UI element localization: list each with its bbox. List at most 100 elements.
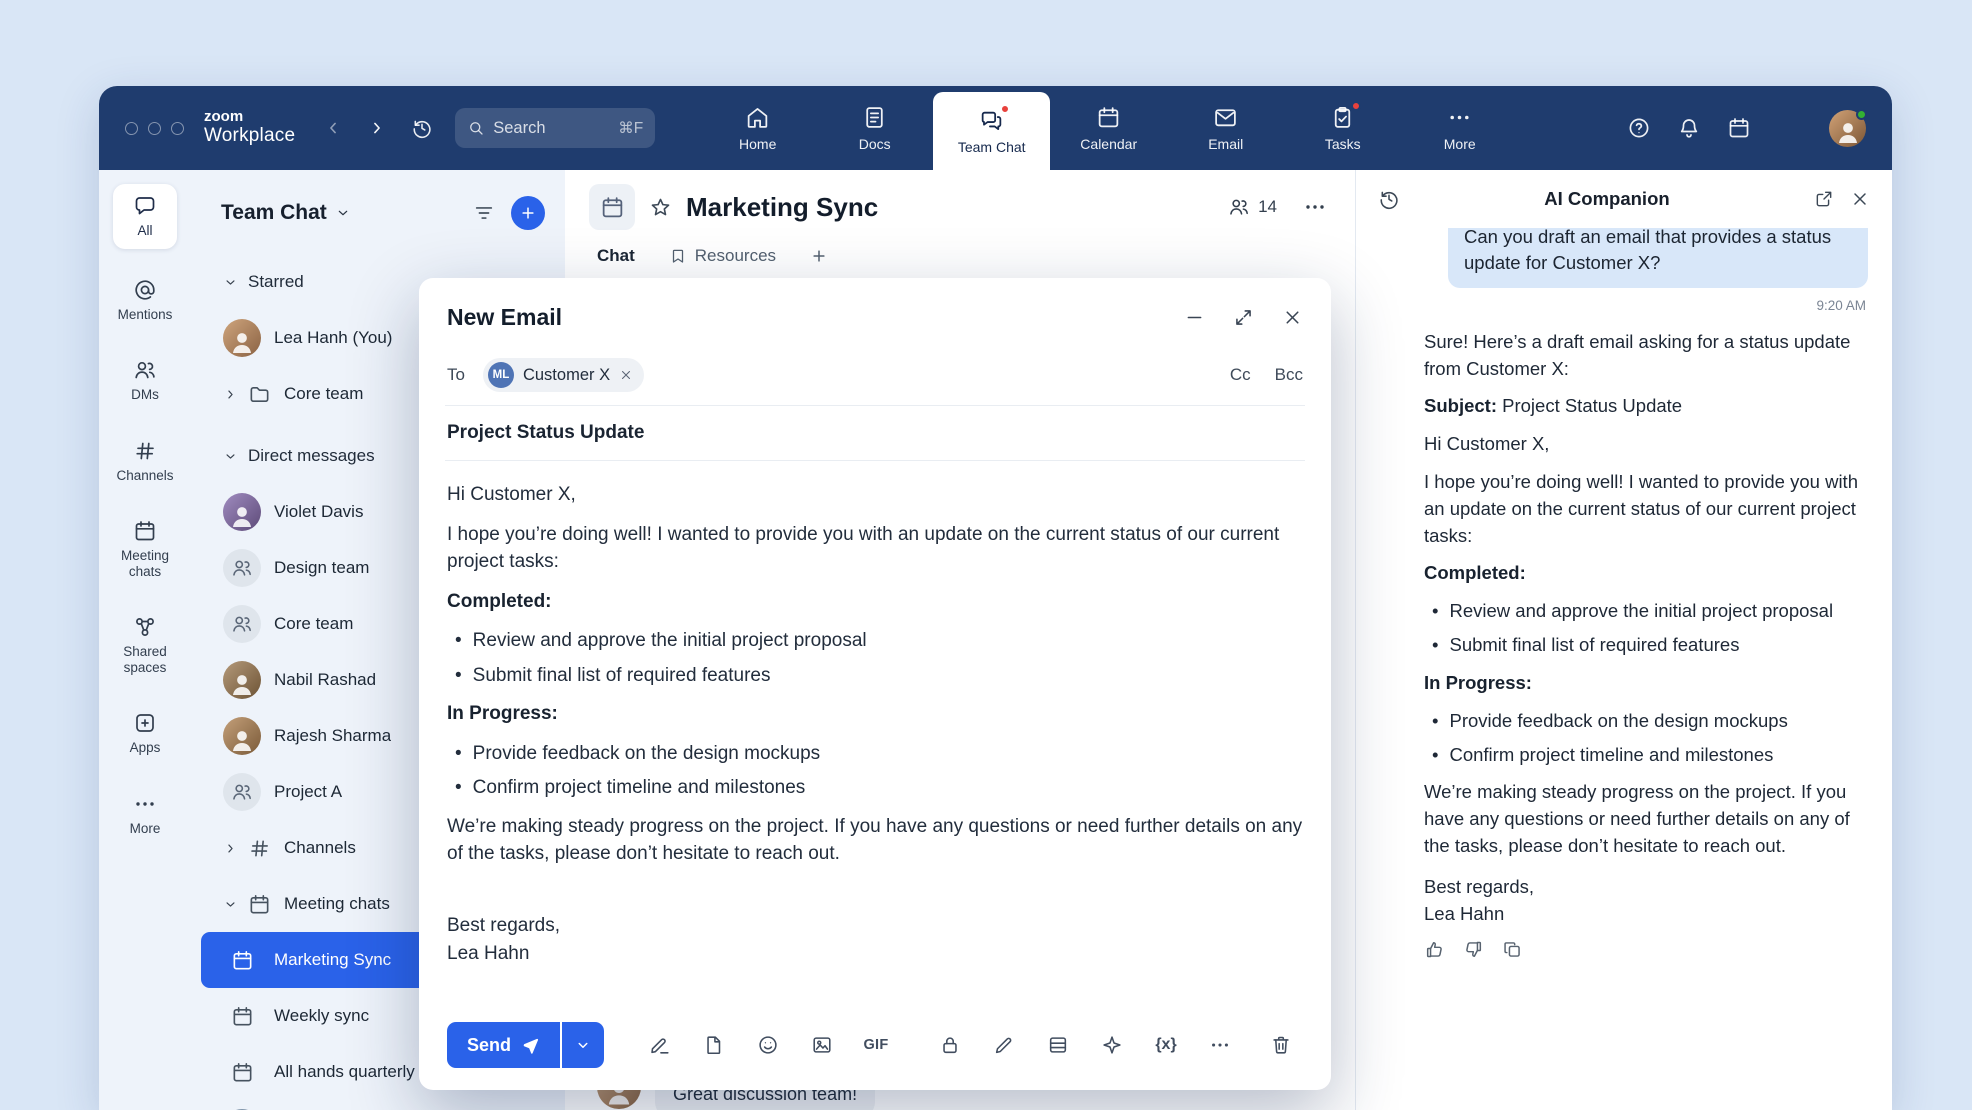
filter-icon[interactable] — [473, 202, 495, 224]
notifications-bell-icon[interactable] — [1677, 116, 1701, 140]
discard-trash-icon[interactable] — [1259, 1025, 1303, 1065]
list-item: •Submit final list of required features — [1424, 632, 1868, 659]
window-close-button[interactable] — [125, 122, 138, 135]
layout-icon[interactable] — [1036, 1025, 1080, 1065]
channel-more-icon[interactable] — [1303, 195, 1327, 219]
add-tab-button[interactable] — [810, 247, 828, 265]
nav-calendar[interactable]: Calendar — [1050, 86, 1167, 170]
rail-item-dms[interactable]: DMs — [105, 351, 185, 410]
chat-list-title[interactable]: Team Chat — [221, 201, 327, 225]
search-input[interactable] — [493, 119, 597, 138]
encrypt-lock-icon[interactable] — [928, 1025, 972, 1065]
plus-icon — [810, 247, 828, 265]
emoji-icon[interactable] — [746, 1025, 790, 1065]
recipient-name: Customer X — [523, 366, 610, 385]
nav-label: More — [1444, 136, 1476, 152]
ai-response: Sure! Here’s a draft email asking for a … — [1380, 329, 1868, 928]
send-button[interactable]: Send — [447, 1022, 560, 1068]
expand-icon[interactable] — [1233, 307, 1254, 328]
rail-item-meeting-chats[interactable]: Meeting chats — [105, 512, 185, 586]
email-signature: Lea Hahn — [447, 940, 1303, 968]
ai-panel-title: AI Companion — [1416, 188, 1798, 210]
close-icon[interactable] — [1282, 307, 1303, 328]
close-panel-icon[interactable] — [1850, 189, 1870, 209]
chat-item-label: Core team — [274, 614, 353, 634]
chat-item-lea-rajesh-1-1[interactable]: Lea/Rajesh 1:1 — [201, 1100, 555, 1110]
list-item: •Provide feedback on the design mockups — [1424, 708, 1868, 735]
new-chat-button[interactable] — [511, 196, 545, 230]
nav-more[interactable]: More — [1401, 86, 1518, 170]
remove-recipient-icon[interactable] — [619, 368, 633, 382]
tab-resources[interactable]: Resources — [669, 246, 776, 266]
window-zoom-button[interactable] — [171, 122, 184, 135]
insert-image-icon[interactable] — [800, 1025, 844, 1065]
cc-button[interactable]: Cc — [1230, 365, 1251, 385]
send-label: Send — [467, 1035, 511, 1056]
channel-calendar-icon — [589, 184, 635, 230]
chat-item-label: Violet Davis — [274, 502, 363, 522]
minimize-icon[interactable] — [1184, 307, 1205, 328]
person-icon — [1833, 117, 1863, 147]
chat-item-label: Weekly sync — [274, 1006, 369, 1026]
rail-item-mentions[interactable]: Mentions — [105, 271, 185, 330]
rail-item-channels[interactable]: Channels — [105, 432, 185, 491]
tab-chat[interactable]: Chat — [597, 246, 635, 266]
thumbs-up-icon[interactable] — [1424, 939, 1445, 960]
channel-title: Marketing Sync — [686, 192, 878, 223]
member-count[interactable]: 14 — [1228, 196, 1277, 218]
email-toolbar: Send GIF {x} — [445, 1008, 1305, 1090]
modal-title: New Email — [447, 304, 562, 331]
forward-button[interactable] — [367, 118, 387, 138]
window-minimize-button[interactable] — [148, 122, 161, 135]
nav-tasks[interactable]: Tasks — [1284, 86, 1401, 170]
tab-label: Resources — [695, 246, 776, 266]
folder-icon — [248, 383, 271, 406]
ai-signature: Lea Hahn — [1424, 901, 1868, 928]
rail-item-apps[interactable]: Apps — [105, 704, 185, 763]
nav-docs[interactable]: Docs — [816, 86, 933, 170]
subject-field[interactable]: Project Status Update — [445, 406, 1305, 461]
bcc-button[interactable]: Bcc — [1275, 365, 1303, 385]
ai-assist-icon[interactable] — [1090, 1025, 1134, 1065]
copy-icon[interactable] — [1502, 939, 1523, 960]
gif-icon[interactable]: GIF — [854, 1025, 898, 1065]
list-item: •Submit final list of required features — [447, 662, 1303, 690]
calendar-icon — [231, 1005, 254, 1028]
nav-email[interactable]: Email — [1167, 86, 1284, 170]
chat-item-label: Nabil Rashad — [274, 670, 376, 690]
rail-item-more[interactable]: More — [105, 785, 185, 844]
list-item: •Confirm project timeline and milestones — [447, 774, 1303, 802]
recipient-chip[interactable]: ML Customer X — [483, 358, 644, 392]
chevron-down-icon[interactable] — [335, 205, 351, 221]
list-item: •Review and approve the initial project … — [447, 627, 1303, 655]
back-button[interactable] — [323, 118, 343, 138]
list-item: •Review and approve the initial project … — [1424, 598, 1868, 625]
template-icon[interactable] — [692, 1025, 736, 1065]
calendar-today-icon[interactable] — [1727, 116, 1751, 140]
user-avatar[interactable] — [1829, 110, 1866, 147]
help-icon[interactable] — [1627, 116, 1651, 140]
history-icon[interactable] — [411, 117, 433, 139]
rail-item-all[interactable]: All — [113, 184, 177, 249]
ai-history-icon[interactable] — [1378, 188, 1400, 210]
nav-home[interactable]: Home — [699, 86, 816, 170]
signature-icon[interactable] — [638, 1025, 682, 1065]
ai-companion-icon[interactable] — [1777, 115, 1803, 141]
home-icon — [745, 105, 770, 130]
chat-item-label: Lea Hanh (You) — [274, 328, 392, 348]
rail-item-shared-spaces[interactable]: Shared spaces — [105, 608, 185, 682]
list-item: •Provide feedback on the design mockups — [447, 740, 1303, 768]
send-options-button[interactable] — [562, 1022, 604, 1068]
email-body-editor[interactable]: Hi Customer X, I hope you’re doing well!… — [445, 461, 1305, 1008]
variables-icon[interactable]: {x} — [1144, 1025, 1188, 1065]
more-options-icon[interactable] — [1198, 1025, 1242, 1065]
chat-item-label: Rajesh Sharma — [274, 726, 391, 746]
star-channel-icon[interactable] — [649, 196, 672, 219]
nav-team-chat[interactable]: Team Chat — [933, 92, 1050, 170]
open-in-new-window-icon[interactable] — [1814, 189, 1834, 209]
thumbs-down-icon[interactable] — [1463, 939, 1484, 960]
person-icon — [227, 669, 257, 699]
edit-pencil-icon[interactable] — [982, 1025, 1026, 1065]
person-icon — [227, 327, 257, 357]
search-bar[interactable]: ⌘F — [455, 108, 655, 148]
